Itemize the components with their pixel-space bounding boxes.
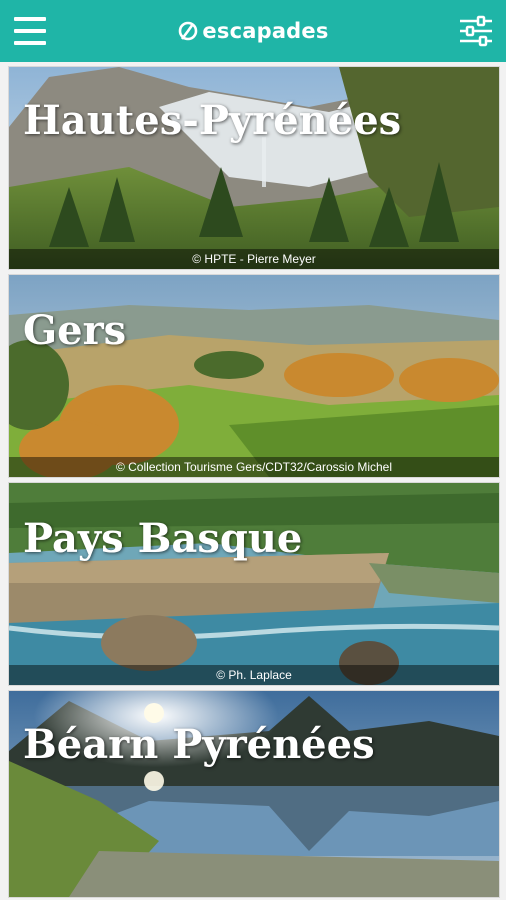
app-title: escapades [202, 19, 329, 43]
destination-title: Béarn Pyrénées [23, 721, 375, 768]
photo-credit: © Ph. Laplace [9, 665, 499, 685]
hamburger-line [14, 41, 46, 45]
destination-title: Gers [23, 307, 127, 354]
destination-title: Pays Basque [23, 515, 303, 562]
coastline-photo [9, 483, 499, 685]
menu-button[interactable] [14, 17, 46, 45]
photo-credit: © HPTE - Pierre Meyer [9, 249, 499, 269]
countryside-photo [9, 275, 499, 477]
destination-card-gers[interactable]: Gers © Collection Tourisme Gers/CDT32/Ca… [8, 274, 500, 478]
destination-card-hautes-pyrenees[interactable]: Hautes-Pyrénées © HPTE - Pierre Meyer [8, 66, 500, 270]
destination-card-pays-basque[interactable]: Pays Basque © Ph. Laplace [8, 482, 500, 686]
app-bar: escapades [0, 0, 506, 62]
escapades-logo-icon [179, 21, 198, 41]
destination-card-bearn-pyrenees[interactable]: Béarn Pyrénées [8, 690, 500, 898]
sliders-filter-icon[interactable] [458, 14, 494, 48]
hamburger-menu-icon [14, 17, 46, 21]
hamburger-line [14, 29, 46, 33]
app-logo: escapades [177, 19, 328, 43]
destination-title: Hautes-Pyrénées [23, 97, 402, 144]
photo-credit: © Collection Tourisme Gers/CDT32/Carossi… [9, 457, 499, 477]
